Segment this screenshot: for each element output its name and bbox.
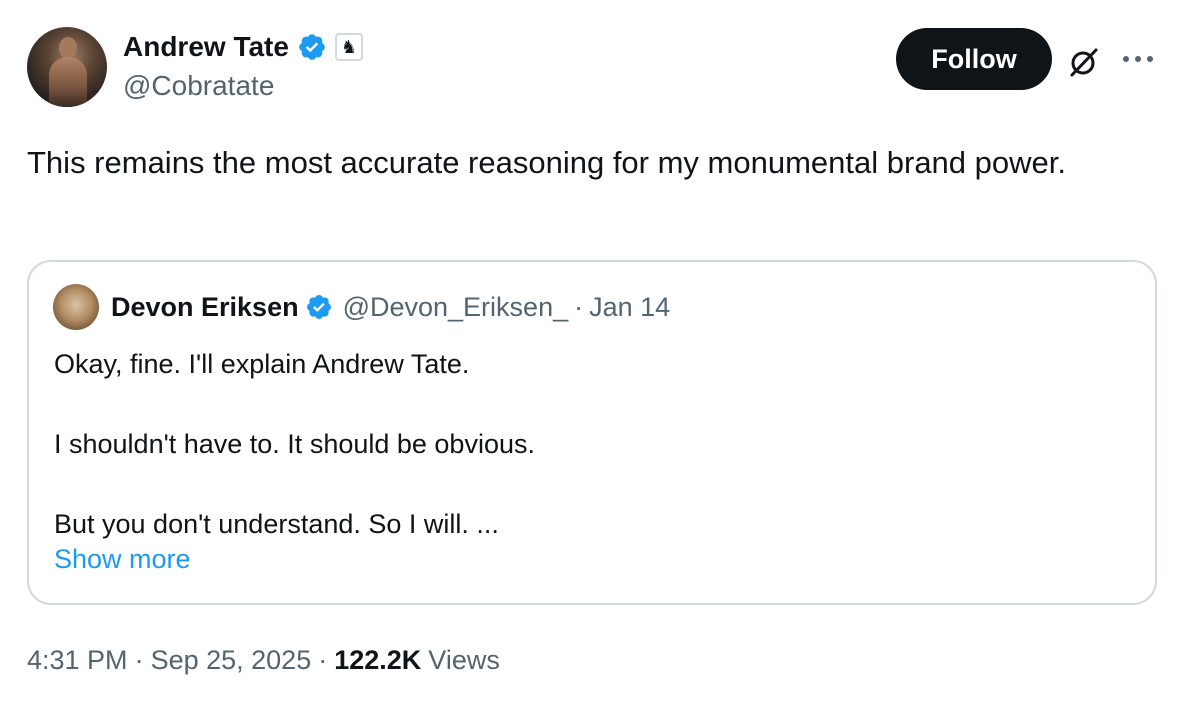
views-label: Views <box>428 644 500 675</box>
quoted-line: But you don't understand. So I will. ... <box>54 509 499 539</box>
avatar-torso <box>49 57 87 107</box>
author-display-name[interactable]: Andrew Tate <box>123 31 289 63</box>
tweet-text: This remains the most accurate reasoning… <box>27 145 1066 180</box>
quoted-handle[interactable]: @Devon_Eriksen_ <box>343 292 569 323</box>
quoted-author-row: Devon Eriksen @Devon_Eriksen_ · Jan 14 <box>111 290 670 324</box>
quoted-date[interactable]: Jan 14 <box>589 292 670 323</box>
quoted-tweet-card[interactable]: Devon Eriksen @Devon_Eriksen_ · Jan 14 O… <box>27 260 1157 605</box>
quoted-tweet-body: Okay, fine. I'll explain Andrew Tate. I … <box>54 344 1114 544</box>
meta-separator: · <box>318 644 328 675</box>
verified-badge-icon[interactable] <box>305 293 333 321</box>
more-options-icon[interactable] <box>1120 44 1156 74</box>
author-handle[interactable]: @Cobratate <box>123 70 274 102</box>
grok-icon[interactable] <box>1066 44 1102 80</box>
quoted-author-avatar[interactable] <box>53 284 99 330</box>
verified-badge-icon[interactable] <box>297 32 327 62</box>
meta-separator: · <box>574 291 584 322</box>
quoted-line: Okay, fine. I'll explain Andrew Tate. <box>54 349 470 379</box>
show-more-link[interactable]: Show more <box>54 544 191 575</box>
quoted-display-name[interactable]: Devon Eriksen <box>111 292 299 323</box>
quoted-line: I shouldn't have to. It should be obviou… <box>54 429 535 459</box>
post-date[interactable]: Sep 25, 2025 <box>151 645 312 676</box>
avatar-head <box>59 37 77 59</box>
views-count: 122.2K <box>334 644 422 675</box>
author-name-row: Andrew Tate ♞ <box>123 30 363 64</box>
tweet-footer: 4:31 PM · Sep 25, 2025 · 122.2K Views <box>27 640 500 680</box>
author-avatar[interactable] <box>27 27 107 107</box>
chess-knight-icon[interactable]: ♞ <box>334 33 363 61</box>
post-time[interactable]: 4:31 PM <box>27 645 128 676</box>
follow-button[interactable]: Follow <box>896 28 1052 90</box>
meta-separator: · <box>134 644 144 675</box>
